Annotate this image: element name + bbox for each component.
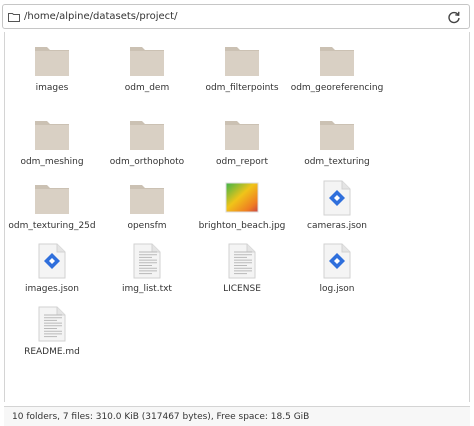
json-file-icon: [32, 241, 72, 281]
file-manager-window: /home/alpine/datasets/project/ images odm…: [0, 0, 474, 426]
status-text: 10 folders, 7 files: 310.0 KiB (317467 b…: [12, 411, 310, 422]
folder-icon: [8, 12, 20, 22]
folder-icon: [317, 114, 357, 154]
file-item-label: log.json: [319, 284, 355, 294]
file-item-label: odm_dem: [124, 83, 170, 93]
text-file-icon: [222, 241, 262, 281]
file-item-label: odm_report: [216, 157, 268, 167]
folder-icon: [127, 114, 167, 154]
file-item-label: img_list.txt: [122, 284, 172, 294]
file-item-label: images.json: [25, 284, 79, 294]
file-item-label: images: [35, 83, 69, 93]
file-item-label: odm_orthophoto: [109, 157, 185, 167]
file-item[interactable]: odm_texturing: [290, 114, 384, 176]
status-bar: 10 folders, 7 files: 310.0 KiB (317467 b…: [4, 406, 470, 426]
text-file-icon: [127, 241, 167, 281]
file-item[interactable]: odm_dem: [100, 40, 194, 102]
file-list-area[interactable]: images odm_dem odm_filterpoints odm_georefe…: [4, 32, 470, 402]
folder-icon: [32, 178, 72, 218]
folder-icon: [317, 40, 357, 80]
file-item[interactable]: opensfm: [100, 178, 194, 240]
folder-icon: [222, 114, 262, 154]
file-item-label: odm_texturing: [304, 157, 370, 167]
file-item[interactable]: images: [5, 40, 99, 102]
file-item[interactable]: images.json: [5, 241, 99, 303]
file-item[interactable]: odm_report: [195, 114, 289, 176]
file-item-label: brighton_beach.jpg: [198, 221, 286, 231]
file-item[interactable]: cameras.json: [290, 178, 384, 240]
file-item-label: odm_filterpoints: [205, 83, 279, 93]
file-item[interactable]: README.md: [5, 304, 99, 366]
location-bar[interactable]: /home/alpine/datasets/project/: [2, 4, 470, 29]
json-file-icon: [317, 178, 357, 218]
image-file-icon: [222, 178, 262, 218]
file-item[interactable]: brighton_beach.jpg: [195, 178, 289, 240]
file-item[interactable]: odm_georeferencing: [290, 40, 384, 102]
file-item[interactable]: img_list.txt: [100, 241, 194, 303]
folder-icon: [127, 40, 167, 80]
file-item-label: LICENSE: [223, 284, 261, 294]
location-path[interactable]: /home/alpine/datasets/project/: [24, 11, 447, 22]
file-item-label: odm_texturing_25d: [8, 221, 96, 231]
file-item-label: README.md: [24, 347, 80, 357]
file-item[interactable]: odm_orthophoto: [100, 114, 194, 176]
folder-icon: [222, 40, 262, 80]
text-file-icon: [32, 304, 72, 344]
file-item[interactable]: odm_meshing: [5, 114, 99, 176]
file-item[interactable]: log.json: [290, 241, 384, 303]
file-item-label: opensfm: [127, 221, 167, 231]
file-item-label: odm_meshing: [20, 157, 84, 167]
json-file-icon: [317, 241, 357, 281]
file-item[interactable]: odm_texturing_25d: [5, 178, 99, 240]
refresh-icon[interactable]: [447, 10, 461, 24]
file-item[interactable]: LICENSE: [195, 241, 289, 303]
file-item-label: odm_georeferencing: [290, 83, 384, 93]
folder-icon: [127, 178, 167, 218]
folder-icon: [32, 114, 72, 154]
icon-grid: images odm_dem odm_filterpoints odm_georefe…: [5, 32, 471, 402]
file-item[interactable]: odm_filterpoints: [195, 40, 289, 102]
folder-icon: [32, 40, 72, 80]
file-item-label: cameras.json: [307, 221, 367, 231]
